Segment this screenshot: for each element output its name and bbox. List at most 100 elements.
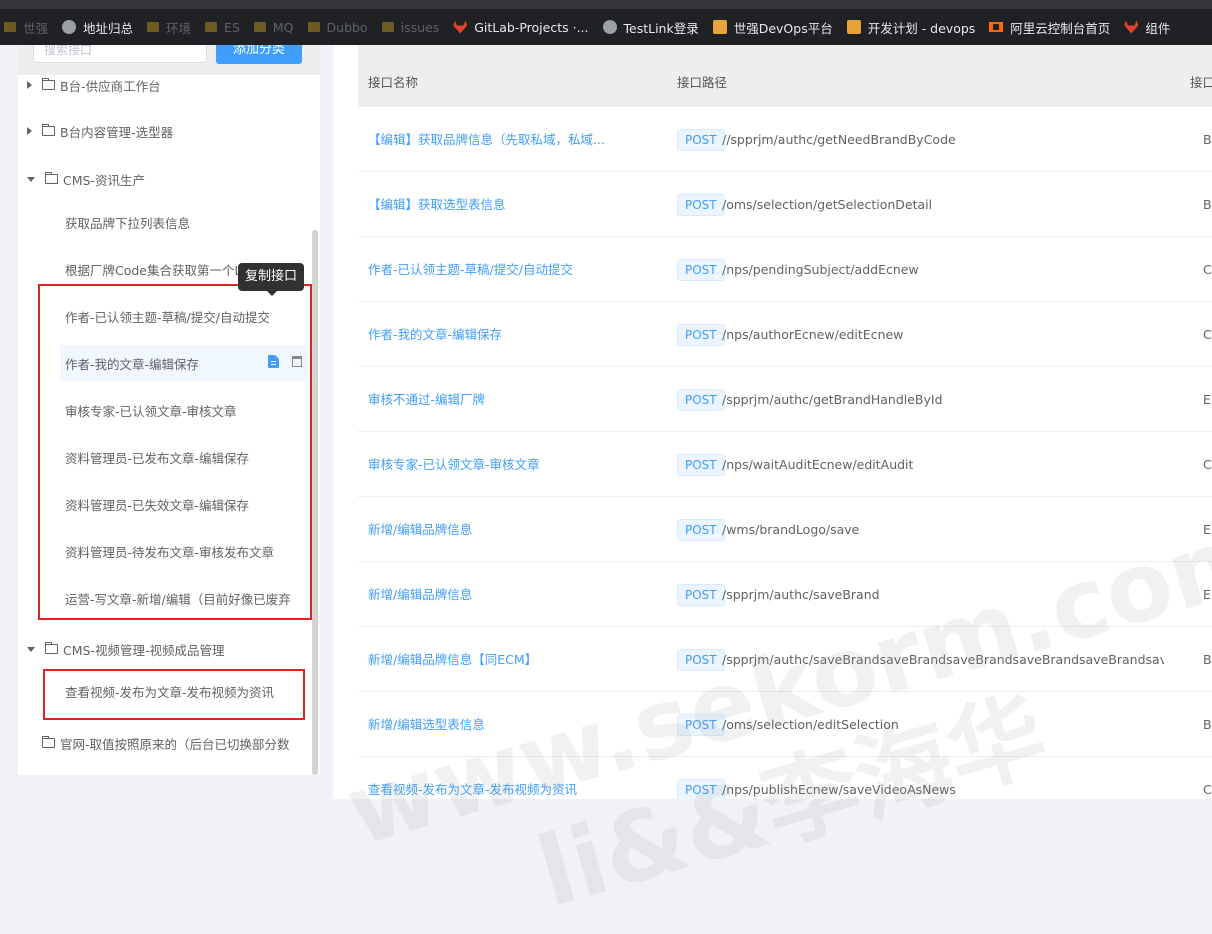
api-third-cell: E xyxy=(1203,587,1211,602)
table-row[interactable]: 作者-我的文章-编辑保存 POST/nps/authorEcnew/editEcn… xyxy=(358,302,1212,367)
table-row[interactable]: 审核不通过-编辑厂牌 POST/spprjm/authc/getBrandHand… xyxy=(358,367,1212,432)
table-row[interactable]: 【编辑】获取选型表信息 POST/oms/selection/getSelecti… xyxy=(358,172,1212,237)
bookmark-item[interactable]: GitLab-Projects ·... xyxy=(453,19,589,35)
bookmark-item[interactable]: 世强DevOps平台 xyxy=(712,18,833,37)
tree-category[interactable]: 官网-取值按照原来的（后台已切换部分数 xyxy=(18,732,308,754)
method-badge: POST xyxy=(677,259,725,281)
table-row[interactable]: 新增/编辑品牌信息 POST/spprjm/authc/saveBrand E xyxy=(358,562,1212,627)
table-row[interactable]: 作者-已认领主题-草稿/提交/自动提交 POST/nps/pendingSubje… xyxy=(358,237,1212,302)
address-bar-strip[interactable] xyxy=(0,0,1212,9)
bookmark-item[interactable]: 开发计划 - devops xyxy=(846,18,976,37)
tree-item-label: 获取品牌下拉列表信息 xyxy=(65,215,191,231)
tree-item[interactable]: 获取品牌下拉列表信息 xyxy=(60,204,308,240)
method-badge: POST xyxy=(677,649,725,671)
api-third-cell: E xyxy=(1203,522,1211,537)
api-path: /nps/pendingSubject/addEcnew xyxy=(722,262,919,277)
table-header: 接口名称 接口路径 接口 xyxy=(358,45,1212,107)
sidebar-scrollbar[interactable] xyxy=(312,230,318,775)
search-input[interactable]: 搜索接口 xyxy=(33,45,207,63)
folder-icon xyxy=(42,78,55,90)
api-third-cell: E xyxy=(1203,392,1211,407)
method-badge: POST xyxy=(677,519,725,541)
api-name-link[interactable]: 作者-我的文章-编辑保存 xyxy=(368,302,502,367)
category-label: CMS-视频管理-视频成品管理 xyxy=(63,642,225,658)
tree-category[interactable]: CMS-资讯生产 xyxy=(18,168,308,190)
folder-icon xyxy=(42,736,55,748)
api-third-cell: B xyxy=(1203,132,1212,147)
api-path: /oms/selection/editSelection xyxy=(722,717,899,732)
highlight-box xyxy=(43,669,305,720)
method-badge: POST xyxy=(677,584,725,606)
method-badge: POST xyxy=(677,389,725,411)
api-third-cell: C xyxy=(1203,457,1212,472)
api-name-link[interactable]: 作者-已认领主题-草稿/提交/自动提交 xyxy=(368,237,573,302)
tree-category[interactable]: B台内容管理-选型器 xyxy=(18,120,308,142)
caret-down-icon[interactable] xyxy=(27,646,35,652)
api-name-link[interactable]: 新增/编辑品牌信息【同ECM】 xyxy=(368,627,537,692)
bookmark-item[interactable]: ES xyxy=(205,20,240,35)
folder-icon xyxy=(42,124,55,136)
bookmark-label: 阿里云控制台首页 xyxy=(1010,20,1111,36)
bookmark-item[interactable]: 环境 xyxy=(147,18,191,37)
api-name-link[interactable]: 新增/编辑品牌信息 xyxy=(368,497,472,562)
add-category-button[interactable]: 添加分类 xyxy=(216,45,302,64)
table-row[interactable]: 新增/编辑品牌信息【同ECM】 POST/spprjm/authc/saveBra… xyxy=(358,627,1212,692)
aliyun-icon xyxy=(989,22,1004,32)
api-name-link[interactable]: 【编辑】获取品牌信息（先取私域，私域... xyxy=(368,107,605,172)
highlight-box xyxy=(38,284,312,620)
folder-icon xyxy=(147,22,160,32)
api-path: /spprjm/authc/saveBrand xyxy=(722,587,880,602)
category-label: B台内容管理-选型器 xyxy=(60,124,174,140)
api-name-link[interactable]: 审核专家-已认领文章-审核文章 xyxy=(368,432,540,497)
api-path: /wms/brandLogo/save xyxy=(722,522,860,537)
method-badge: POST xyxy=(677,714,725,736)
method-badge: POST xyxy=(677,129,725,151)
bookmark-label: Dubbo xyxy=(326,19,368,35)
method-badge: POST xyxy=(677,324,725,346)
table-row[interactable]: 查看视频-发布为文章-发布视频为资讯 POST/nps/publishEcnew/… xyxy=(358,757,1212,799)
folder-icon xyxy=(4,22,16,32)
folder-icon xyxy=(45,172,58,184)
globe-icon xyxy=(602,20,617,34)
table-row[interactable]: 审核专家-已认领文章-审核文章 POST/nps/waitAuditEcnew/e… xyxy=(358,432,1212,497)
api-name-link[interactable]: 【编辑】获取选型表信息 xyxy=(368,172,506,237)
bookmark-label: 环境 xyxy=(166,20,192,36)
header-name: 接口名称 xyxy=(368,75,419,90)
bookmark-item[interactable]: Dubbo xyxy=(307,19,368,35)
bookmark-item[interactable]: MQ xyxy=(253,20,294,35)
category-label: B台-供应商工作台 xyxy=(60,78,161,94)
sidebar-toolbar: 搜索接口 添加分类 xyxy=(18,45,320,75)
api-name-link[interactable]: 新增/编辑品牌信息 xyxy=(368,562,472,627)
folder-icon xyxy=(205,22,218,32)
bookmark-item[interactable]: 组件 xyxy=(1124,18,1170,37)
caret-down-icon[interactable] xyxy=(27,176,35,182)
api-third-cell: C xyxy=(1203,782,1212,797)
api-name-link[interactable]: 新增/编辑选型表信息 xyxy=(368,692,485,757)
folder-icon xyxy=(381,22,394,32)
bookmark-item[interactable]: TestLink登录 xyxy=(602,18,699,37)
tree-category[interactable]: B台-供应商工作台 xyxy=(18,74,308,96)
bookmark-item[interactable]: 地址归总 xyxy=(62,18,133,37)
category-label: 官网-取值按照原来的（后台已切换部分数 xyxy=(60,736,290,752)
gitlab-icon xyxy=(1124,20,1139,34)
api-third-cell: C xyxy=(1203,327,1212,342)
caret-right-icon[interactable] xyxy=(27,127,32,135)
table-row[interactable]: 新增/编辑品牌信息 POST/wms/brandLogo/save E xyxy=(358,497,1212,562)
bookmark-label: GitLab-Projects ·... xyxy=(474,19,589,35)
api-path: //spprjm/authc/getNeedBrandByCode xyxy=(722,132,956,147)
bookmark-item[interactable]: 阿里云控制台首页 xyxy=(989,18,1110,37)
bookmark-item[interactable]: issues xyxy=(381,20,439,35)
bookmark-item[interactable]: 世强 xyxy=(4,18,48,37)
copy-tooltip: 复制接口 xyxy=(238,263,304,296)
bookmark-label: 开发计划 - devops xyxy=(867,20,976,36)
table-row[interactable]: 新增/编辑选型表信息 POST/oms/selection/editSelecti… xyxy=(358,692,1212,757)
bookmarks-bar: 世强 地址归总 环境 ES MQ Dubbo issues GitLab-Projects ·… xyxy=(0,0,1212,45)
api-path: /nps/waitAuditEcnew/editAudit xyxy=(722,457,914,472)
caret-right-icon[interactable] xyxy=(27,81,32,89)
table-row[interactable]: 【编辑】获取品牌信息（先取私域，私域... POST//spprjm/authc/… xyxy=(358,107,1212,172)
method-badge: POST xyxy=(677,779,725,799)
api-name-link[interactable]: 查看视频-发布为文章-发布视频为资讯 xyxy=(368,757,577,799)
api-name-link[interactable]: 审核不通过-编辑厂牌 xyxy=(368,367,485,432)
tree-category[interactable]: CMS-视频管理-视频成品管理 xyxy=(18,638,308,660)
bookmark-label: 组件 xyxy=(1145,20,1171,36)
